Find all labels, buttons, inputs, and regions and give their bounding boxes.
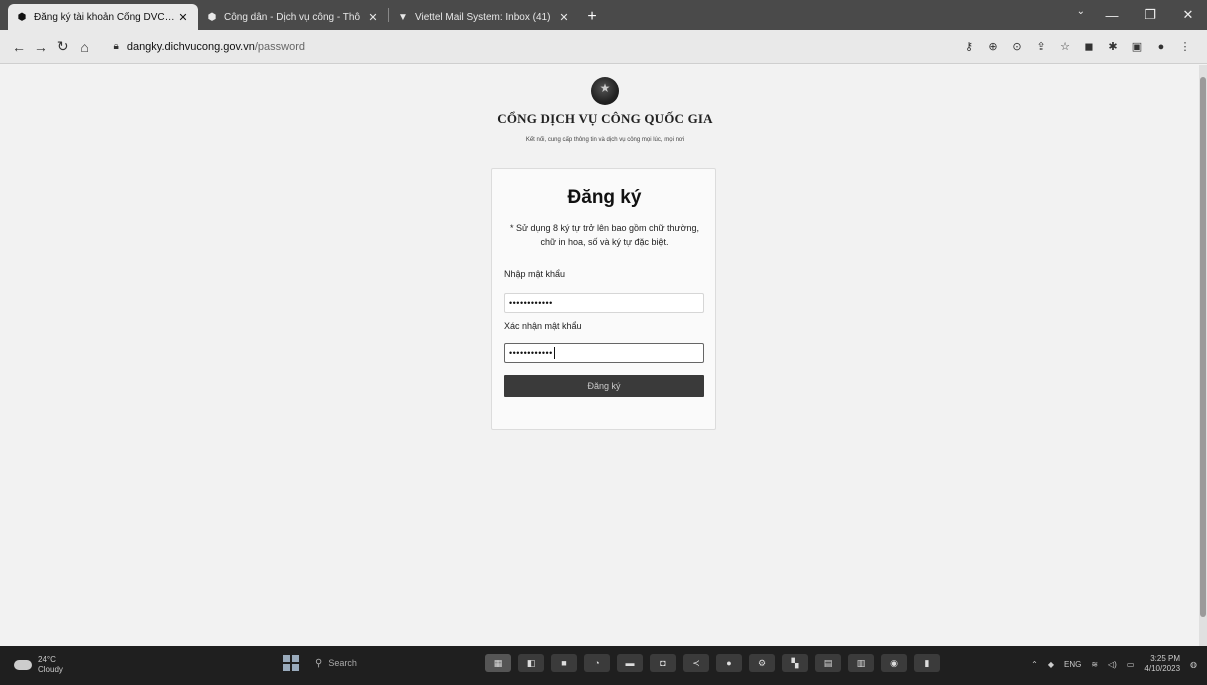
profile-icon[interactable]: ●	[1149, 41, 1173, 53]
tab-title: Công dân - Dịch vụ công - Thô	[224, 11, 361, 23]
register-submit-button[interactable]: Đăng ký	[504, 375, 704, 397]
zalo-app-icon[interactable]: ●	[716, 654, 742, 672]
tray-chevron-icon[interactable]: ⌃	[1031, 660, 1038, 669]
task-view-icon[interactable]: ◧	[518, 654, 544, 672]
tab-cong-dan[interactable]: ⬢ Công dân - Dịch vụ công - Thô ✕	[198, 4, 388, 30]
web-page: ★ CỔNG DỊCH VỤ CÔNG QUỐC GIA Kết nối, cu…	[0, 65, 1199, 646]
form-title: Đăng ký	[567, 187, 642, 208]
tab-viettel-mail[interactable]: ▼ Viettel Mail System: Inbox (41) ✕	[389, 4, 579, 30]
clock-date: 4/10/2023	[1144, 664, 1181, 673]
extension-icon[interactable]: ◼	[1077, 40, 1101, 53]
url-path: /password	[254, 40, 305, 53]
password-value: ••••••••••••	[509, 298, 553, 308]
taskbar-center: ⚲ Search ▦ ◧ ■ ◔ ▬ ◘ ≺ ● ⚙ ▚ ▤ ▥ ◉ ▮	[283, 654, 947, 672]
portal-title: CỔNG DỊCH VỤ CÔNG QUỐC GIA	[497, 111, 713, 126]
volume-icon[interactable]: ◁)	[1108, 660, 1117, 669]
forward-icon[interactable]: →	[32, 39, 50, 55]
text-caret	[553, 347, 555, 359]
tray-app-icon[interactable]: ◆	[1048, 660, 1054, 669]
zoom-icon[interactable]: ⊙	[1005, 40, 1029, 53]
browser-toolbar: ← → ↻ ⌂ 🔒︎ dangky.dichvucong.gov.vn /pas…	[0, 30, 1207, 64]
tab-title: Viettel Mail System: Inbox (41)	[415, 11, 551, 23]
weather-temp: 24°C	[38, 655, 56, 664]
bookmark-star-icon[interactable]: ☆	[1053, 40, 1077, 53]
tab-search-icon[interactable]: ⌄	[1077, 6, 1085, 17]
word-app-icon[interactable]: ▥	[848, 654, 874, 672]
notification-icon[interactable]: ◍	[1190, 660, 1197, 669]
close-window-icon[interactable]: ✕	[1169, 0, 1207, 30]
tab-close-icon[interactable]: ✕	[366, 11, 380, 24]
weather-widget[interactable]: 24°C Cloudy	[14, 655, 63, 675]
system-tray: ⌃ ◆ ENG ≋ ◁) ▭ 3:25 PM 4/10/2023 ◍	[1021, 654, 1197, 674]
widgets-app-icon[interactable]: ▦	[485, 654, 511, 672]
url-host: dangky.dichvucong.gov.vn	[126, 40, 255, 53]
taskbar: 24°C Cloudy ⚲ Search ▦ ◧ ■ ◔ ▬ ◘ ≺ ● ⚙ ▚…	[0, 646, 1207, 685]
share-icon[interactable]: ⇪	[1029, 40, 1053, 53]
translate-icon[interactable]: ⊕	[981, 40, 1005, 53]
toolbar-icons: ⚷ ⊕ ⊙ ⇪ ☆ ◼ ✱ ▣ ● ⋮	[957, 40, 1197, 54]
scrollbar-thumb[interactable]	[1200, 77, 1206, 617]
puzzle-icon[interactable]: ✱	[1101, 40, 1125, 53]
settings-gear-icon[interactable]: ⚙	[749, 654, 775, 672]
address-bar[interactable]: 🔒︎ dangky.dichvucong.gov.vn /password	[107, 34, 917, 59]
tab-close-icon[interactable]: ✕	[557, 11, 571, 24]
edge-browser-icon[interactable]: ◔	[584, 654, 610, 672]
register-card: Đăng ký * Sử dụng 8 ký tự trở lên bao gồ…	[491, 168, 716, 430]
search-icon: ⚲	[315, 657, 323, 669]
camera-app-icon[interactable]: ■	[551, 654, 577, 672]
chrome-browser-icon[interactable]: ◉	[881, 654, 907, 672]
tab-dang-ky[interactable]: ⬢ Đăng ký tài khoản Cổng DVC qu ✕	[8, 4, 198, 30]
new-tab-button[interactable]: +	[579, 4, 605, 30]
reload-icon[interactable]: ↻	[54, 38, 72, 55]
document-app-icon[interactable]: ▤	[815, 654, 841, 672]
teams-app-icon[interactable]: ▚	[782, 654, 808, 672]
mail-favicon-icon: ▼	[398, 11, 408, 23]
lock-icon[interactable]: 🔒︎	[114, 41, 119, 52]
maximize-icon[interactable]: ❐	[1131, 0, 1169, 30]
tab-close-icon[interactable]: ✕	[176, 11, 190, 24]
confirm-password-label: Xác nhận mật khẩu	[504, 321, 582, 331]
password-requirement-note: * Sử dụng 8 ký tự trở lên bao gồm chữ th…	[510, 223, 699, 247]
app-icon[interactable]: ▮	[914, 654, 940, 672]
page-scrollbar[interactable]	[1199, 65, 1207, 646]
confirm-password-input[interactable]: ••••••••••••	[504, 343, 704, 363]
home-icon[interactable]: ⌂	[76, 39, 94, 55]
portal-subtitle: Kết nối, cung cấp thông tin và dịch vụ c…	[525, 137, 685, 143]
pinned-apps: ▦ ◧ ■ ◔ ▬ ◘ ≺ ● ⚙ ▚ ▤ ▥ ◉ ▮	[485, 654, 947, 672]
tab-title: Đăng ký tài khoản Cổng DVC qu	[34, 11, 176, 23]
site-favicon-icon: ⬢	[207, 11, 217, 23]
key-icon[interactable]: ⚷	[957, 40, 981, 53]
minimize-icon[interactable]: —	[1093, 0, 1131, 30]
language-indicator[interactable]: ENG	[1064, 660, 1081, 669]
sidebar-icon[interactable]: ▣	[1125, 40, 1149, 53]
weather-desc: Cloudy	[38, 665, 63, 674]
wifi-icon[interactable]: ≋	[1091, 660, 1098, 669]
clock[interactable]: 3:25 PM 4/10/2023	[1144, 654, 1180, 674]
taskbar-search[interactable]: ⚲ Search	[315, 658, 425, 669]
battery-icon[interactable]: ▭	[1127, 660, 1135, 669]
password-label: Nhập mật khẩu	[504, 269, 566, 279]
store-app-icon[interactable]: ◘	[650, 654, 676, 672]
confirm-password-value: ••••••••••••	[509, 348, 553, 358]
window-controls: — ❐ ✕	[1093, 0, 1207, 30]
menu-icon[interactable]: ⋮	[1173, 40, 1197, 53]
tab-strip: ⬢ Đăng ký tài khoản Cổng DVC qu ✕ ⬢ Công…	[0, 0, 1207, 30]
national-emblem-icon: ★	[591, 77, 619, 105]
password-input[interactable]: ••••••••••••	[504, 293, 704, 313]
search-placeholder: Search	[328, 658, 357, 668]
windows-start-icon[interactable]	[283, 655, 299, 671]
vscode-icon[interactable]: ≺	[683, 654, 709, 672]
site-favicon-icon: ⬢	[17, 11, 27, 23]
cloud-icon	[14, 660, 32, 670]
clock-time: 3:25 PM	[1150, 654, 1181, 663]
back-icon[interactable]: ←	[10, 39, 28, 55]
file-explorer-icon[interactable]: ▬	[617, 654, 643, 672]
